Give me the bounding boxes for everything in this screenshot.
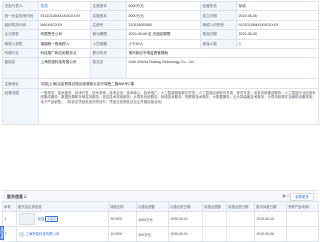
company-type-value: 有限责任公司 xyxy=(38,29,91,40)
paid-value: - xyxy=(202,226,227,242)
reg-capital-label: 注册资本 xyxy=(90,0,127,12)
industry-label: 所属行业 xyxy=(2,47,39,59)
row-index: 2 xyxy=(2,226,17,242)
col-first-date: 首次持股日期 xyxy=(254,201,287,212)
legal-rep-label: 法定代表人 xyxy=(2,0,39,12)
shareholder-count: 2 xyxy=(24,193,27,199)
english-label: 英文名 xyxy=(90,57,127,80)
credit-code-value: 91310115MA1K4GXXXX xyxy=(38,10,91,21)
status-label: 经营状态 xyxy=(200,0,237,12)
major-shareholder-badge: 大股东 xyxy=(45,215,59,222)
col-paid-date: 实缴出资日期 xyxy=(226,201,255,212)
paid-value: - xyxy=(202,211,227,227)
scope-value: 一般项目：技术服务、技术开发、技术咨询、技术交流、技术转让、技术推广；人工智能基… xyxy=(38,87,319,125)
used-name-value: 上海张强科技有限公司 xyxy=(38,57,91,80)
scope-label: 经营范围 xyxy=(2,87,39,125)
org-code-label: 组织机构代码 xyxy=(2,19,39,31)
shareholder-table: 序号 股东及出资信息 持股比例 认缴出资额 认缴出资日期 实缴出资额 实缴出资日… xyxy=(2,201,319,242)
approval-label: 核准日期 xyxy=(200,29,237,40)
business-info-table: 法定代表人 张强 注册资本 5000万元 经营状态 存续 统一社会信用代码 91… xyxy=(2,0,319,125)
status-value: 存续 xyxy=(236,0,319,12)
table-row: 2 上海慧智科技有限公司 10.00% 500万元 2039-06-01 - -… xyxy=(2,226,319,242)
subscribed-value: 500万元 xyxy=(136,226,169,242)
subscribed-value: 4500万元 xyxy=(136,211,169,227)
biz-term-label: 营业期限 xyxy=(90,29,127,40)
col-subscribed: 认缴出资额 xyxy=(136,201,169,212)
staff-value: 少于50人 xyxy=(126,38,201,49)
address-value: 中国(上海)自由贸易试验区临港新片区环湖西二路888号C楼 xyxy=(38,78,319,89)
first-date-value: 2019-06-06 xyxy=(254,226,287,242)
paid-capital-label: 实缴资本 xyxy=(90,10,127,21)
paid-capital-value: 5000万元 xyxy=(126,10,201,21)
shareholder-logo xyxy=(18,231,24,237)
shareholder-logo xyxy=(18,213,35,225)
biz-term-value: 2019-06-06 至 无固定期限 xyxy=(126,29,201,40)
col-ratio: 持股比例 xyxy=(108,201,137,212)
ratio-value: 90.00% xyxy=(108,211,137,227)
table-row: 1 张强 大股东 90.00% 4500万元 2039-06-01 - - 20… xyxy=(2,211,319,227)
back-to-top-button[interactable]: 返回顶部 xyxy=(0,226,4,240)
insured-value: 0 xyxy=(236,38,319,49)
col-related: 关联产品/机构 xyxy=(286,201,319,212)
est-date-label: 成立日期 xyxy=(200,10,237,21)
reg-no-label: 注册号 xyxy=(90,19,127,31)
shareholder-title: 股东信息 2 xyxy=(7,193,27,199)
tax-no-label: 纳税人识别号 xyxy=(200,19,237,31)
paid-date-value: - xyxy=(226,211,255,227)
col-paid: 实缴出资额 xyxy=(202,201,227,212)
english-value: Xi'an Zhenq Zhuang Technology Co., Ltd. xyxy=(126,57,319,80)
related-value xyxy=(286,211,319,227)
taxpayer-label: 纳税人资质 xyxy=(2,38,39,49)
related-value xyxy=(286,226,319,242)
industry-value: 科技推广和应用服务业 xyxy=(38,47,91,59)
insured-label: 参保人数 xyxy=(200,38,237,49)
col-shareholder: 股东及出资信息 xyxy=(16,201,109,212)
subscribed-date-value: 2039-06-01 xyxy=(168,226,203,242)
view-more-button[interactable]: 查看更多 xyxy=(290,193,314,201)
approval-value: 2022-06-30 xyxy=(236,29,319,40)
used-name-label: 曾用名 xyxy=(2,57,39,80)
reg-capital-value: 5000万元 xyxy=(126,0,201,12)
first-date-value: 2019-06-06 xyxy=(254,211,287,227)
row-index: 1 xyxy=(2,211,17,227)
shareholder-cell: 上海慧智科技有限公司 xyxy=(16,226,109,242)
col-subscribed-date: 认缴出资日期 xyxy=(168,201,203,212)
credit-code-label: 统一社会信用代码 xyxy=(2,10,39,21)
staff-label: 人员规模 xyxy=(90,38,127,49)
address-label: 注册地址 xyxy=(2,78,39,89)
tax-no-value: 91310115MA1K4GXXXX xyxy=(236,19,319,31)
ratio-value: 10.00% xyxy=(108,226,137,242)
shareholder-name[interactable]: 上海慧智科技有限公司 xyxy=(25,232,59,236)
org-code-value: MA1K4GXXX xyxy=(38,19,91,31)
taxpayer-value: 增值税一般纳税人 xyxy=(38,38,91,49)
company-type-label: 企业类型 xyxy=(2,29,39,40)
shareholder-name[interactable]: 张强 xyxy=(37,217,44,221)
authority-label: 登记机关 xyxy=(90,47,127,59)
legal-rep-value[interactable]: 张强 xyxy=(38,0,91,12)
shareholder-header-row: 序号 股东及出资信息 持股比例 认缴出资额 认缴出资日期 实缴出资额 实缴出资日… xyxy=(2,201,319,212)
paid-date-value: - xyxy=(226,226,255,242)
subscribed-date-value: 2039-06-01 xyxy=(168,211,203,227)
shareholder-cell: 张强 大股东 xyxy=(16,211,109,227)
col-index: 序号 xyxy=(2,201,17,212)
est-date-value: 2019-06-06 xyxy=(236,10,319,21)
reg-no-value: 310115003950 xyxy=(126,19,201,31)
authority-value: 浦东新区市场监督管理局 xyxy=(126,47,319,59)
shareholder-tool-icons[interactable]: ▣ ⚇ xyxy=(282,194,290,198)
